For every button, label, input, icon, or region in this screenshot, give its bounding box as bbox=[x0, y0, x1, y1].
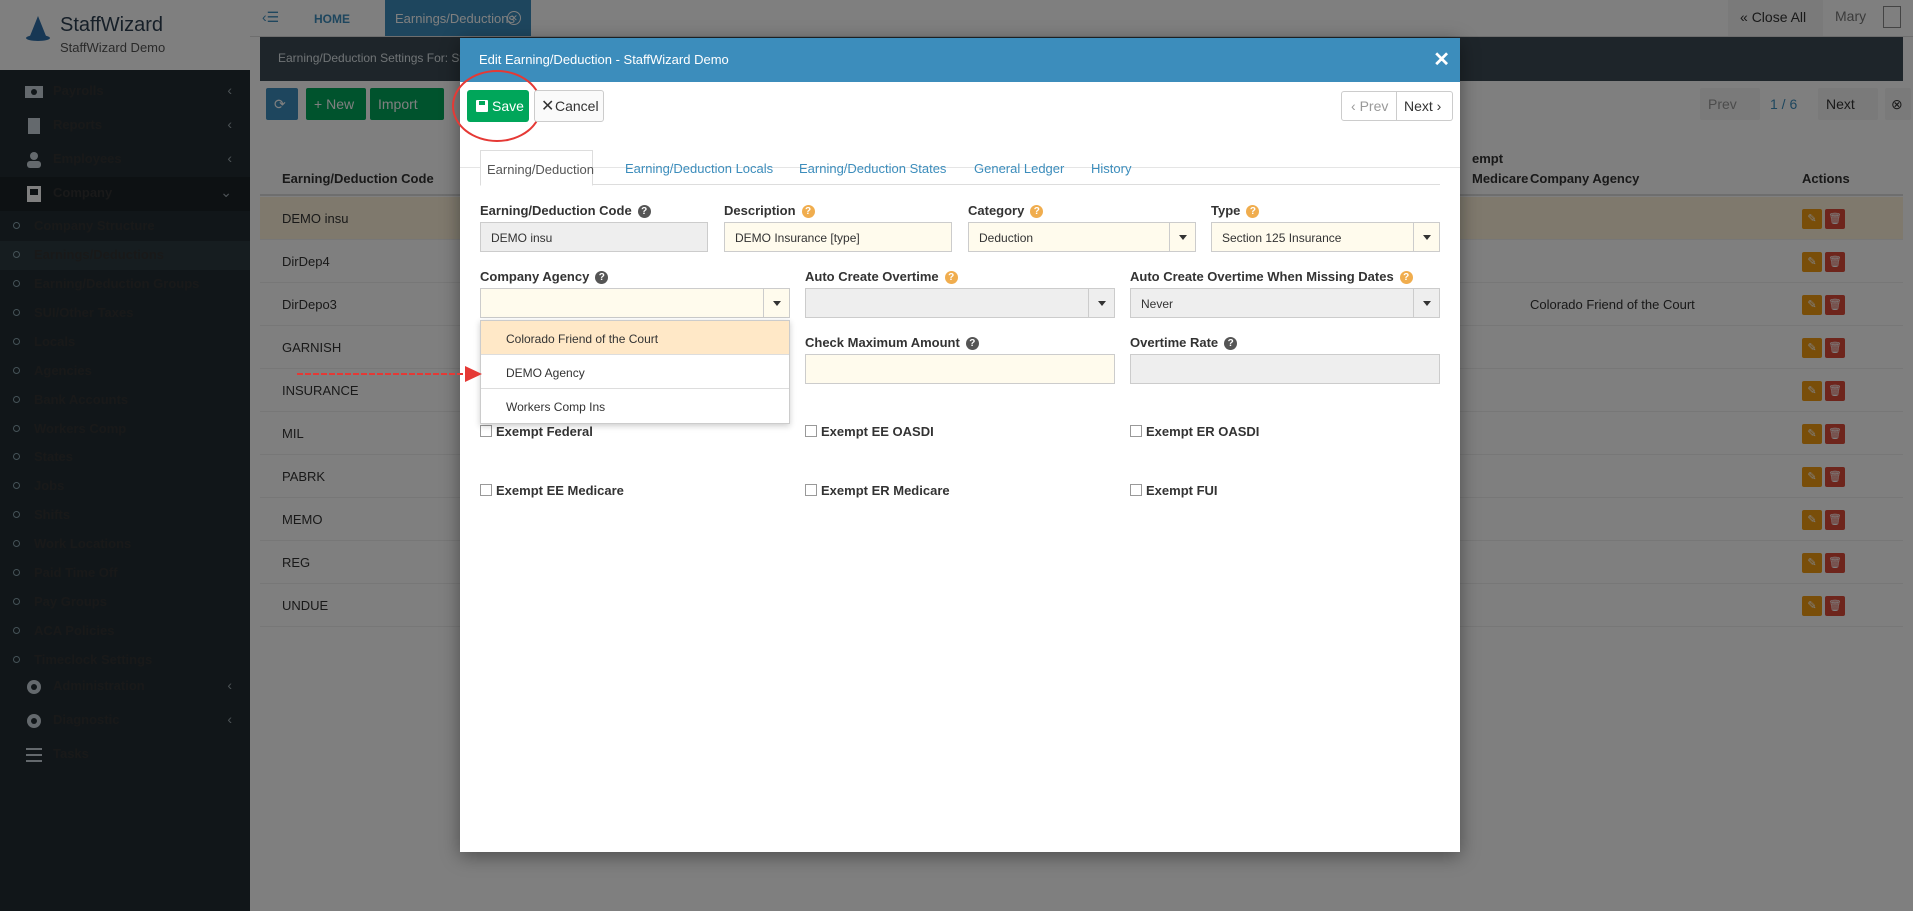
next-label: Next › bbox=[1404, 98, 1441, 114]
type-value: Section 125 Insurance bbox=[1222, 231, 1342, 245]
exempt-ee-oasdi-checkbox[interactable]: Exempt EE OASDI bbox=[805, 424, 934, 439]
auto-overtime-missing-label: Auto Create Overtime When Missing Dates? bbox=[1130, 269, 1413, 284]
option-label: Colorado Friend of the Court bbox=[506, 332, 659, 346]
modal-title: Edit Earning/Deduction - StaffWizard Dem… bbox=[479, 52, 729, 67]
help-icon[interactable]: ? bbox=[1246, 205, 1260, 218]
category-value: Deduction bbox=[979, 231, 1034, 245]
tab-label: History bbox=[1091, 161, 1132, 176]
help-icon[interactable]: ? bbox=[965, 337, 979, 350]
checkbox-box[interactable] bbox=[480, 484, 492, 496]
chevron-right-icon: › bbox=[1432, 98, 1442, 114]
checkbox-label: Exempt EE OASDI bbox=[821, 424, 934, 439]
code-label-text: Earning/Deduction Code bbox=[480, 203, 632, 218]
tab-earning-deduction[interactable]: Earning/Deduction bbox=[480, 150, 594, 186]
description-field[interactable]: DEMO Insurance [type] bbox=[724, 222, 952, 252]
cancel-button[interactable]: ✕ Cancel bbox=[534, 90, 604, 122]
close-icon: ✕ bbox=[541, 98, 555, 115]
auto-overtime-missing-value: Never bbox=[1141, 297, 1174, 311]
prev-button[interactable]: ‹ Prev bbox=[1341, 91, 1397, 121]
auto-overtime-missing-select[interactable]: Never bbox=[1130, 288, 1440, 318]
tab-label: Earning/Deduction bbox=[487, 162, 594, 177]
exempt-ee-medicare-checkbox[interactable]: Exempt EE Medicare bbox=[480, 483, 624, 498]
prev-text: Prev bbox=[1359, 98, 1389, 114]
agency-dropdown-list: Colorado Friend of the Court DEMO Agency… bbox=[480, 320, 790, 424]
description-label-text: Description bbox=[724, 203, 796, 218]
caret-down-icon bbox=[1413, 223, 1439, 251]
agency-select[interactable] bbox=[480, 288, 790, 318]
checkbox-label: Exempt EE Medicare bbox=[496, 483, 624, 498]
overtime-rate-field[interactable] bbox=[1130, 354, 1440, 384]
checkbox-box[interactable] bbox=[1130, 425, 1142, 437]
description-label: Description? bbox=[724, 203, 815, 218]
auto-overtime-label: Auto Create Overtime? bbox=[805, 269, 958, 284]
close-icon[interactable]: ✕ bbox=[1433, 47, 1450, 72]
agency-label-text: Company Agency bbox=[480, 269, 590, 284]
checkbox-label: Exempt Federal bbox=[496, 424, 593, 439]
exempt-er-oasdi-checkbox[interactable]: Exempt ER OASDI bbox=[1130, 424, 1259, 439]
checkbox-label: Exempt ER Medicare bbox=[821, 483, 950, 498]
next-button[interactable]: Next › bbox=[1397, 91, 1453, 121]
type-label: Type? bbox=[1211, 203, 1260, 218]
checkbox-box[interactable] bbox=[805, 484, 817, 496]
code-value: DEMO insu bbox=[491, 231, 553, 245]
checkbox-box[interactable] bbox=[805, 425, 817, 437]
dropdown-option[interactable]: DEMO Agency bbox=[481, 355, 789, 389]
auto-overtime-select[interactable] bbox=[805, 288, 1115, 318]
type-select[interactable]: Section 125 Insurance bbox=[1211, 222, 1440, 252]
option-label: Workers Comp Ins bbox=[506, 400, 606, 414]
checkbox-label: Exempt ER OASDI bbox=[1146, 424, 1260, 439]
check-max-label-text: Check Maximum Amount bbox=[805, 335, 960, 350]
caret-down-icon bbox=[1413, 289, 1439, 317]
overtime-rate-label-text: Overtime Rate bbox=[1130, 335, 1219, 350]
tab-states[interactable]: Earning/Deduction States bbox=[799, 150, 946, 185]
tab-label: General Ledger bbox=[974, 161, 1065, 176]
overtime-rate-label: Overtime Rate? bbox=[1130, 335, 1238, 350]
help-icon[interactable]: ? bbox=[944, 271, 958, 284]
cancel-label: Cancel bbox=[555, 98, 599, 114]
caret-down-icon bbox=[763, 289, 789, 317]
exempt-federal-checkbox[interactable]: Exempt Federal bbox=[480, 424, 593, 439]
help-icon[interactable]: ? bbox=[1030, 205, 1044, 218]
modal-header: Edit Earning/Deduction - StaffWizard Dem… bbox=[460, 38, 1460, 82]
code-field[interactable]: DEMO insu bbox=[480, 222, 708, 252]
agency-label: Company Agency? bbox=[480, 269, 609, 284]
auto-overtime-missing-label-text: Auto Create Overtime When Missing Dates bbox=[1130, 269, 1394, 284]
annotation-arrow-icon bbox=[297, 366, 482, 382]
option-label: DEMO Agency bbox=[506, 366, 585, 380]
tab-locals[interactable]: Earning/Deduction Locals bbox=[625, 150, 773, 185]
help-icon[interactable]: ? bbox=[637, 205, 651, 218]
caret-down-icon bbox=[1169, 223, 1195, 251]
checkbox-label: Exempt FUI bbox=[1146, 483, 1218, 498]
help-icon[interactable]: ? bbox=[595, 271, 609, 284]
checkbox-box[interactable] bbox=[480, 425, 492, 437]
help-icon[interactable]: ? bbox=[801, 205, 815, 218]
description-value: DEMO Insurance [type] bbox=[735, 231, 860, 245]
category-select[interactable]: Deduction bbox=[968, 222, 1196, 252]
tab-label: Earning/Deduction Locals bbox=[625, 161, 774, 176]
modal-tabs: Earning/Deduction Earning/Deduction Loca… bbox=[480, 150, 1440, 186]
check-max-field[interactable] bbox=[805, 354, 1115, 384]
code-label: Earning/Deduction Code? bbox=[480, 203, 651, 218]
auto-overtime-label-text: Auto Create Overtime bbox=[805, 269, 939, 284]
exempt-fui-checkbox[interactable]: Exempt FUI bbox=[1130, 483, 1218, 498]
exempt-er-medicare-checkbox[interactable]: Exempt ER Medicare bbox=[805, 483, 950, 498]
next-text: Next bbox=[1404, 98, 1433, 114]
category-label-text: Category bbox=[968, 203, 1025, 218]
tab-general-ledger[interactable]: General Ledger bbox=[974, 150, 1064, 185]
tab-label: Earning/Deduction States bbox=[799, 161, 947, 176]
help-icon[interactable]: ? bbox=[1399, 271, 1413, 284]
dropdown-option[interactable]: Colorado Friend of the Court bbox=[481, 321, 789, 355]
annotation-circle bbox=[452, 70, 542, 142]
help-icon[interactable]: ? bbox=[1224, 337, 1238, 350]
dropdown-option[interactable]: Workers Comp Ins bbox=[481, 389, 789, 423]
checkbox-box[interactable] bbox=[1130, 484, 1142, 496]
prev-label: ‹ Prev bbox=[1351, 98, 1388, 114]
edit-modal: Edit Earning/Deduction - StaffWizard Dem… bbox=[452, 38, 1460, 852]
tab-history[interactable]: History bbox=[1091, 150, 1133, 185]
chevron-left-icon: ‹ bbox=[1351, 98, 1360, 114]
caret-down-icon bbox=[1088, 289, 1114, 317]
category-label: Category? bbox=[968, 203, 1044, 218]
type-label-text: Type bbox=[1211, 203, 1241, 218]
check-max-label: Check Maximum Amount? bbox=[805, 335, 979, 350]
